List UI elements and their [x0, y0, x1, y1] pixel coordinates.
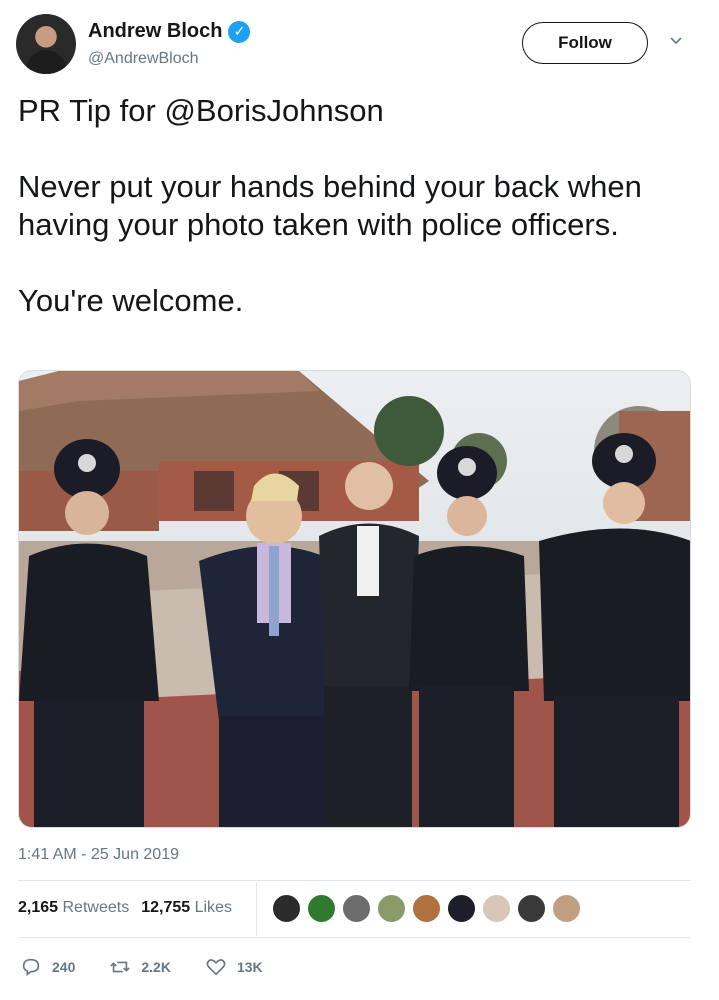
liker-avatar[interactable] [377, 894, 406, 923]
likes-count: 12,755 [141, 899, 191, 916]
stats-separator [256, 882, 257, 936]
liker-avatar[interactable] [272, 894, 301, 923]
author-handle[interactable]: @AndrewBloch [88, 50, 199, 68]
retweet-count: 2.2K [141, 959, 171, 975]
avatar[interactable] [16, 14, 76, 74]
retweets-label: Retweets [62, 899, 130, 916]
retweet-icon [110, 961, 131, 973]
tweet-actions: 240 2.2K 13K [20, 956, 297, 978]
follow-button[interactable]: Follow [522, 22, 648, 64]
verified-badge-icon: ✓ [228, 20, 251, 43]
liker-avatar[interactable] [412, 894, 441, 923]
likes-stat[interactable]: 12,755 Likes [141, 899, 232, 917]
likes-label: Likes [194, 899, 232, 916]
reply-button[interactable]: 240 [20, 956, 75, 978]
heart-icon [206, 959, 226, 976]
liker-avatar[interactable] [552, 894, 581, 923]
tweet-paragraph: You're welcome. [18, 283, 244, 318]
divider [18, 880, 691, 881]
retweet-button[interactable]: 2.2K [109, 956, 171, 978]
engagement-stats: 2,165 Retweets 12,755 Likes [18, 899, 232, 917]
liker-avatar[interactable] [517, 894, 546, 923]
tweet-photo[interactable] [18, 370, 691, 828]
reply-icon [22, 958, 40, 976]
retweets-stat[interactable]: 2,165 Retweets [18, 899, 129, 917]
like-count: 13K [236, 959, 263, 975]
photo-police-officers [19, 371, 690, 827]
tweet-paragraph: Never put your hands behind your back wh… [18, 169, 642, 242]
divider [18, 937, 691, 938]
retweets-count: 2,165 [18, 899, 59, 916]
tweet-timestamp[interactable]: 1:41 AM - 25 Jun 2019 [18, 846, 179, 864]
chevron-down-icon[interactable] [668, 32, 684, 53]
liker-avatar[interactable] [307, 894, 336, 923]
liker-avatar[interactable] [447, 894, 476, 923]
tweet-text: PR Tip for @BorisJohnson Never put your … [18, 92, 698, 320]
tweet-header: Andrew Bloch ✓ @AndrewBloch Follow [16, 14, 696, 78]
tweet-paragraph: PR Tip for @BorisJohnson [18, 93, 384, 128]
author-name-row: Andrew Bloch ✓ [88, 20, 251, 43]
like-button[interactable]: 13K [205, 956, 263, 978]
reply-count: 240 [52, 959, 76, 975]
liker-avatar[interactable] [342, 894, 371, 923]
liker-avatars [272, 894, 581, 923]
author-display-name[interactable]: Andrew Bloch [88, 20, 222, 43]
liker-avatar[interactable] [482, 894, 511, 923]
